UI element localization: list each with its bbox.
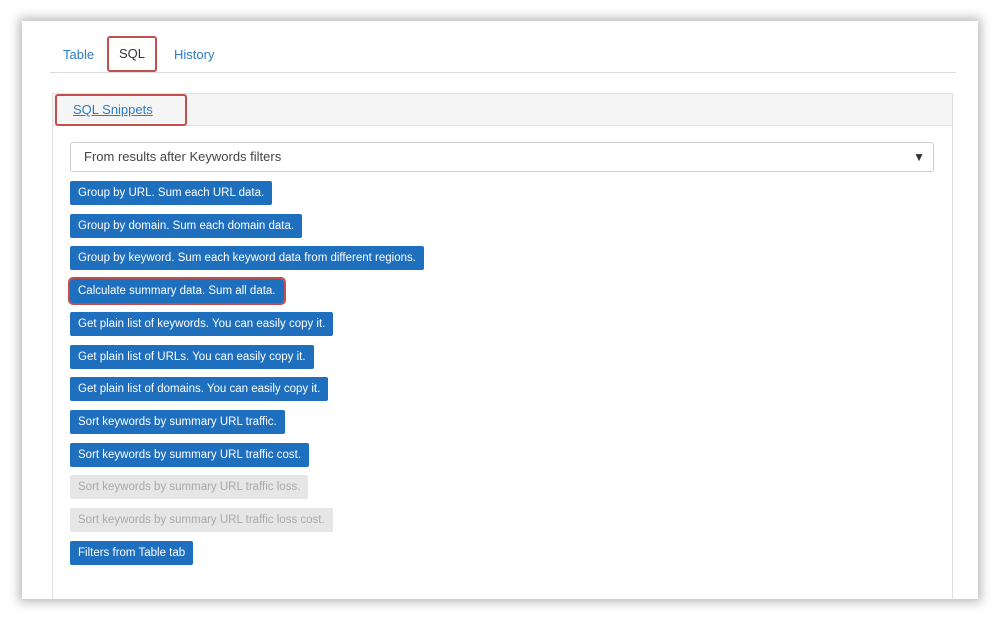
sql-snippets-section: SQL Snippets From results after Keywords… xyxy=(52,93,953,599)
snippet-button: Sort keywords by summary URL traffic los… xyxy=(70,475,309,500)
snippet-button[interactable]: Group by URL. Sum each URL data. xyxy=(70,181,273,205)
sql-snippets-link[interactable]: SQL Snippets xyxy=(55,94,187,126)
snippet-button[interactable]: Get plain list of domains. You can easil… xyxy=(70,377,329,402)
snippet-button: Sort keywords by summary URL traffic los… xyxy=(70,508,333,532)
tab-history[interactable]: History xyxy=(174,46,214,63)
snippet-button[interactable]: Get plain list of keywords. You can easi… xyxy=(70,311,334,336)
source-select[interactable]: From results after Keywords filters ▼ xyxy=(70,142,934,172)
chevron-down-icon: ▼ xyxy=(913,150,925,164)
snippet-button[interactable]: Sort keywords by summary URL traffic. xyxy=(70,409,285,434)
sql-panel: Table SQL History SQL Snippets From resu… xyxy=(22,21,978,599)
source-select-value: From results after Keywords filters xyxy=(84,149,282,164)
snippet-button[interactable]: Group by keyword. Sum each keyword data … xyxy=(70,246,424,271)
snippet-button[interactable]: Sort keywords by summary URL traffic cos… xyxy=(70,442,310,467)
tab-table[interactable]: Table xyxy=(63,46,94,63)
snippet-button[interactable]: Get plain list of URLs. You can easily c… xyxy=(70,344,314,369)
section-header: SQL Snippets xyxy=(53,94,952,126)
snippet-button[interactable]: Filters from Table tab xyxy=(70,540,194,565)
snippet-button[interactable]: Group by domain. Sum each domain data. xyxy=(70,213,303,238)
snippet-button[interactable]: Calculate summary data. Sum all data. xyxy=(68,277,286,306)
tab-bar: Table SQL History xyxy=(50,21,956,73)
tab-sql[interactable]: SQL xyxy=(107,36,157,72)
